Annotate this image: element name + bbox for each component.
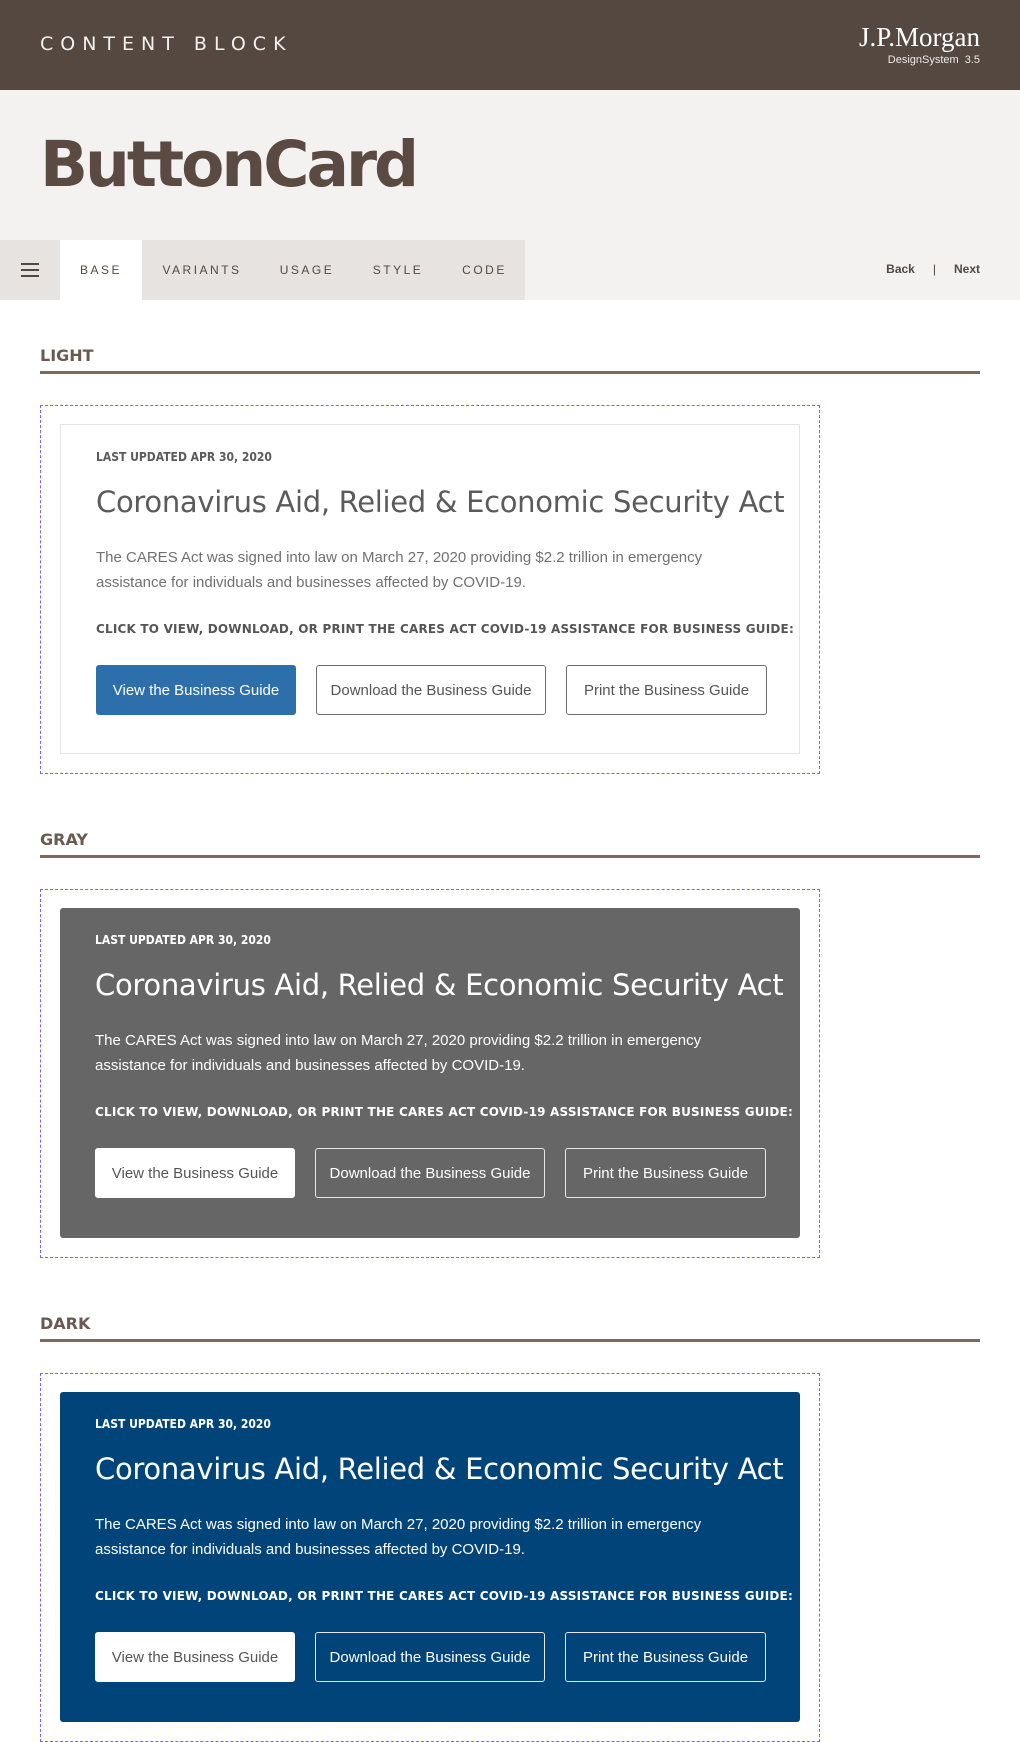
example-frame-gray: LAST UPDATED APR 30, 2020 Coronavirus Ai… <box>40 889 820 1258</box>
card-buttons: View the Business Guide Download the Bus… <box>95 1148 766 1198</box>
page-title: ButtonCard <box>40 128 419 201</box>
print-guide-button[interactable]: Print the Business Guide <box>565 1632 766 1682</box>
card-buttons: View the Business Guide Download the Bus… <box>96 665 767 715</box>
card-title: Coronavirus Aid, Relied & Economic Secur… <box>96 485 785 519</box>
next-link[interactable]: Next <box>954 262 980 276</box>
view-guide-button[interactable]: View the Business Guide <box>95 1148 295 1198</box>
button-card-light: LAST UPDATED APR 30, 2020 Coronavirus Ai… <box>60 424 800 754</box>
nav-bar: BASE VARIANTS USAGE STYLE CODE Back | Next <box>0 240 1020 300</box>
button-card-gray: LAST UPDATED APR 30, 2020 Coronavirus Ai… <box>60 908 800 1238</box>
pager: Back | Next <box>886 262 980 276</box>
card-title: Coronavirus Aid, Relied & Economic Secur… <box>95 1452 784 1486</box>
pager-separator: | <box>932 262 936 276</box>
tab-style[interactable]: STYLE <box>352 240 444 300</box>
card-cta-text: CLICK TO VIEW, DOWNLOAD, OR PRINT THE CA… <box>95 1589 793 1603</box>
card-cta-text: CLICK TO VIEW, DOWNLOAD, OR PRINT THE CA… <box>96 622 794 636</box>
download-guide-button[interactable]: Download the Business Guide <box>316 665 546 715</box>
brand-block: J.P.Morgan DesignSystem 3.5 <box>859 22 980 66</box>
section-title: CONTENT BLOCK <box>40 33 293 55</box>
example-frame-dark: LAST UPDATED APR 30, 2020 Coronavirus Ai… <box>40 1373 820 1742</box>
tab-code[interactable]: CODE <box>444 240 525 300</box>
print-guide-button[interactable]: Print the Business Guide <box>566 665 767 715</box>
card-updated: LAST UPDATED APR 30, 2020 <box>96 450 272 464</box>
tab-variants[interactable]: VARIANTS <box>142 240 262 300</box>
back-link[interactable]: Back <box>886 262 915 276</box>
download-guide-button[interactable]: Download the Business Guide <box>315 1632 545 1682</box>
tab-base[interactable]: BASE <box>60 240 142 300</box>
brand-logo: J.P.Morgan <box>858 22 980 52</box>
download-guide-button[interactable]: Download the Business Guide <box>315 1148 545 1198</box>
card-description: The CARES Act was signed into law on Mar… <box>96 549 703 591</box>
example-frame-light: LAST UPDATED APR 30, 2020 Coronavirus Ai… <box>40 405 820 774</box>
card-cta-text: CLICK TO VIEW, DOWNLOAD, OR PRINT THE CA… <box>95 1105 793 1119</box>
card-description: The CARES Act was signed into law on Mar… <box>95 1032 702 1074</box>
card-description: The CARES Act was signed into law on Mar… <box>95 1516 702 1558</box>
brand-subtitle: DesignSystem 3.5 <box>887 54 980 66</box>
tab-usage[interactable]: USAGE <box>262 240 352 300</box>
card-buttons: View the Business Guide Download the Bus… <box>95 1632 766 1682</box>
print-guide-button[interactable]: Print the Business Guide <box>565 1148 766 1198</box>
card-title: Coronavirus Aid, Relied & Economic Secur… <box>95 968 784 1002</box>
button-card-dark: LAST UPDATED APR 30, 2020 Coronavirus Ai… <box>60 1392 800 1722</box>
card-updated: LAST UPDATED APR 30, 2020 <box>95 1417 271 1431</box>
hero: ButtonCard <box>0 90 1020 240</box>
tab-bar: BASE VARIANTS USAGE STYLE CODE <box>60 240 525 300</box>
card-updated: LAST UPDATED APR 30, 2020 <box>95 933 271 947</box>
brand-version: 3.5 <box>964 54 980 66</box>
view-guide-button[interactable]: View the Business Guide <box>95 1632 295 1682</box>
section-label-dark: DARK <box>40 1314 980 1342</box>
view-guide-button[interactable]: View the Business Guide <box>96 665 296 715</box>
menu-button[interactable] <box>0 240 60 300</box>
hamburger-icon <box>21 263 39 277</box>
top-header-bar: CONTENT BLOCK J.P.Morgan DesignSystem 3.5 <box>0 0 1020 90</box>
section-label-light: LIGHT <box>40 346 980 374</box>
section-label-gray: GRAY <box>40 830 980 858</box>
